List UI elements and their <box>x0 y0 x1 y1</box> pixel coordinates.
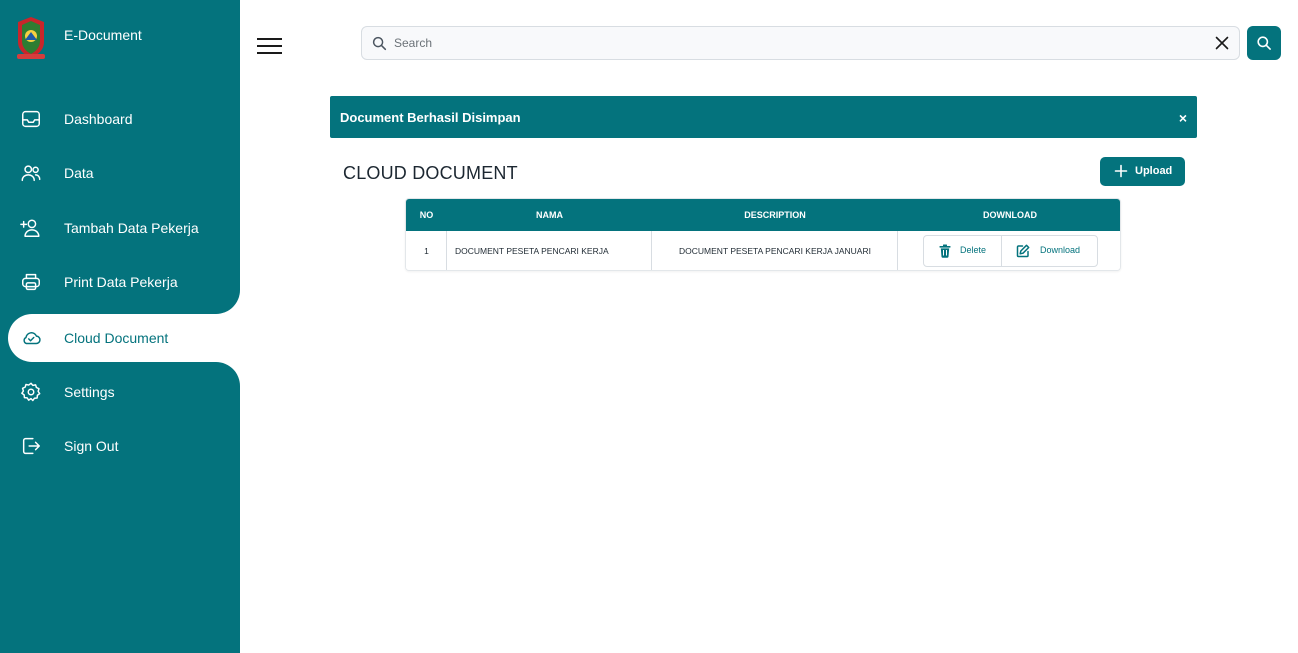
documents-table: NO NAMA DESCRIPTION DOWNLOAD 1 DOCUMENT … <box>405 198 1121 271</box>
inbox-tray-icon <box>20 108 44 132</box>
upload-button-label: Upload <box>1135 165 1173 177</box>
table-row: 1 DOCUMENT PESETA PENCARI KERJA DOCUMENT… <box>406 231 1120 270</box>
alert-close-button[interactable]: × <box>1179 110 1187 126</box>
sidebar-item-label: Settings <box>64 384 115 400</box>
cell-description: DOCUMENT PESETA PENCARI KERJA JANUARI <box>652 231 898 270</box>
sidebar-item-label: Tambah Data Pekerja <box>64 220 199 236</box>
brand[interactable]: E-Document <box>14 16 142 60</box>
page-title: CLOUD DOCUMENT <box>343 163 518 183</box>
search-button[interactable] <box>1247 26 1281 60</box>
sidebar-item-cloud-document[interactable]: Cloud Document <box>8 314 240 362</box>
sidebar-item-dashboard[interactable]: Dashboard <box>8 95 240 143</box>
hamburger-line <box>257 38 282 40</box>
sidebar-item-print-data-pekerja[interactable]: Print Data Pekerja <box>8 258 240 306</box>
hamburger-line <box>257 45 282 47</box>
upload-button[interactable]: Upload <box>1100 157 1185 186</box>
plus-icon <box>1114 164 1128 178</box>
cell-no: 1 <box>406 231 447 270</box>
printer-icon <box>20 271 44 295</box>
delete-button-label: Delete <box>960 245 987 255</box>
cell-description-text: DOCUMENT PESETA PENCARI KERJA JANUARI <box>679 246 871 256</box>
column-header-nama: NAMA <box>536 210 563 220</box>
cell-nama-text: DOCUMENT PESETA PENCARI KERJA <box>455 246 609 256</box>
trash-icon <box>939 244 951 258</box>
users-icon <box>20 162 44 186</box>
sidebar-item-label: Dashboard <box>64 111 133 127</box>
sidebar-item-data[interactable]: Data <box>8 149 240 197</box>
column-header-download: DOWNLOAD <box>983 210 1037 220</box>
row-actions: Delete Download <box>923 235 1098 267</box>
sidebar-item-label: Data <box>64 165 94 181</box>
sidebar: E-Document Dashboard Data Tambah Data Pe… <box>0 0 240 653</box>
logo-icon <box>17 17 45 59</box>
delete-button[interactable]: Delete <box>924 236 1001 266</box>
search-icon <box>372 36 387 51</box>
cell-nama: DOCUMENT PESETA PENCARI KERJA <box>447 231 652 270</box>
close-icon[interactable] <box>1215 36 1229 50</box>
sidebar-item-tambah-data-pekerja[interactable]: Tambah Data Pekerja <box>8 204 240 252</box>
sidebar-item-label: Sign Out <box>64 438 119 454</box>
app-name: E-Document <box>64 27 142 43</box>
app-root: E-Document Dashboard Data Tambah Data Pe… <box>0 0 1298 653</box>
success-alert: Document Berhasil Disimpan × <box>330 96 1197 138</box>
cell-no-text: 1 <box>424 246 429 256</box>
column-header-no: NO <box>419 210 434 220</box>
edit-icon <box>1016 244 1030 258</box>
alert-message: Document Berhasil Disimpan <box>340 110 521 125</box>
user-plus-icon <box>20 217 44 241</box>
search-bar <box>361 26 1240 60</box>
sidebar-item-label: Print Data Pekerja <box>64 274 178 290</box>
menu-toggle-button[interactable] <box>257 38 283 56</box>
download-button[interactable]: Download <box>1002 236 1098 266</box>
sign-out-icon <box>20 435 44 459</box>
table-header: NO NAMA DESCRIPTION DOWNLOAD <box>406 199 1120 231</box>
sidebar-item-sign-out[interactable]: Sign Out <box>8 422 240 470</box>
hamburger-line <box>257 52 282 54</box>
sidebar-item-settings[interactable]: Settings <box>8 368 240 416</box>
column-header-description: DESCRIPTION <box>744 210 806 220</box>
gear-icon <box>20 381 44 405</box>
sidebar-item-label: Cloud Document <box>64 330 169 346</box>
search-icon <box>1257 36 1271 50</box>
search-input[interactable] <box>394 33 1194 53</box>
download-button-label: Download <box>1040 245 1081 255</box>
cloud-check-icon <box>20 327 44 351</box>
